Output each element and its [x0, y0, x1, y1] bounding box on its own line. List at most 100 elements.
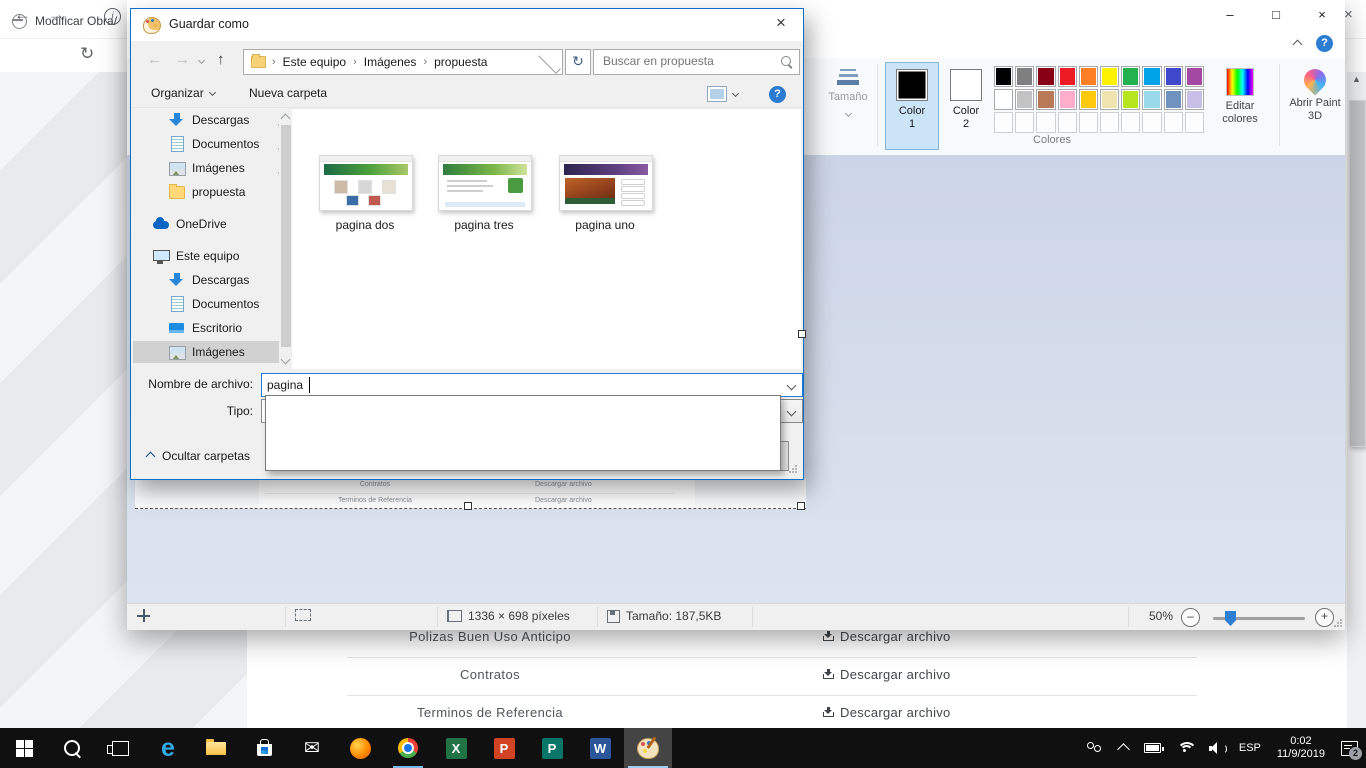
- taskbar-excel[interactable]: X: [432, 728, 480, 768]
- window-resize-grip[interactable]: [1333, 618, 1342, 627]
- zoom-slider[interactable]: [1213, 617, 1305, 620]
- palette-color[interactable]: [1058, 89, 1077, 110]
- palette-color[interactable]: [1185, 66, 1204, 87]
- download-link[interactable]: Descargar archivo: [823, 705, 951, 720]
- breadcrumb[interactable]: › Este equipo › Imágenes › propuesta: [243, 49, 563, 75]
- zoom-in-button[interactable]: +: [1315, 608, 1334, 627]
- scrollbar-up-icon[interactable]: ▲: [1347, 74, 1366, 84]
- file-pagina-tres[interactable]: pagina tres: [438, 155, 530, 232]
- hidden-icons-chevron[interactable]: [1117, 743, 1130, 756]
- taskbar-chrome[interactable]: [384, 728, 432, 768]
- palette-color[interactable]: [1079, 89, 1098, 110]
- breadcrumb-imagenes[interactable]: Imágenes: [357, 55, 424, 69]
- selection-handle[interactable]: [797, 502, 805, 510]
- palette-empty-slot[interactable]: [1058, 112, 1077, 133]
- zoom-out-button[interactable]: –: [1181, 608, 1200, 627]
- start-button[interactable]: [0, 728, 48, 768]
- palette-empty-slot[interactable]: [1079, 112, 1098, 133]
- palette-color[interactable]: [1142, 66, 1161, 87]
- site-info-icon[interactable]: i: [104, 8, 121, 25]
- browser-reload-icon[interactable]: ↻: [80, 44, 94, 64]
- minimize-button[interactable]: –: [1207, 0, 1253, 30]
- browser-forward-icon[interactable]: →: [48, 5, 65, 25]
- language-indicator[interactable]: ESP: [1239, 742, 1261, 754]
- palette-color[interactable]: [994, 89, 1013, 110]
- palette-color[interactable]: [1036, 89, 1055, 110]
- browser-scrollbar[interactable]: ▲: [1347, 72, 1366, 728]
- palette-color[interactable]: [1015, 89, 1034, 110]
- taskbar-store[interactable]: [240, 728, 288, 768]
- breadcrumb-propuesta[interactable]: propuesta: [427, 55, 494, 69]
- taskbar-mail[interactable]: ✉: [288, 728, 336, 768]
- refresh-button[interactable]: ↻: [565, 49, 591, 75]
- scroll-down-icon[interactable]: [281, 355, 291, 365]
- taskbar-firefox[interactable]: [336, 728, 384, 768]
- battery-icon[interactable]: [1144, 743, 1161, 753]
- palette-color[interactable]: [1185, 89, 1204, 110]
- scroll-up-icon[interactable]: [281, 114, 291, 124]
- taskbar-search-button[interactable]: [48, 728, 96, 768]
- taskbar-file-explorer[interactable]: [192, 728, 240, 768]
- sidebar-item-este-equipo[interactable]: Este equipo: [133, 245, 299, 267]
- browser-close-icon[interactable]: ×: [1344, 6, 1353, 23]
- search-input[interactable]: [601, 53, 775, 69]
- filename-autocomplete-dropdown[interactable]: [265, 395, 781, 471]
- palette-empty-slot[interactable]: [1185, 112, 1204, 133]
- taskbar-publisher[interactable]: P: [528, 728, 576, 768]
- palette-color[interactable]: [1121, 89, 1140, 110]
- palette-color[interactable]: [1121, 66, 1140, 87]
- scrollbar-thumb[interactable]: [281, 125, 291, 347]
- organize-button[interactable]: Organizar: [151, 86, 215, 100]
- dialog-close-icon[interactable]: ×: [769, 13, 793, 33]
- download-link[interactable]: Descargar archivo: [823, 667, 951, 682]
- palette-empty-slot[interactable]: [1036, 112, 1055, 133]
- palette-color[interactable]: [1079, 66, 1098, 87]
- palette-color[interactable]: [994, 66, 1013, 87]
- hide-folders-button[interactable]: Ocultar carpetas: [147, 449, 250, 463]
- palette-color[interactable]: [1164, 89, 1183, 110]
- action-center-icon[interactable]: 2: [1341, 741, 1358, 756]
- selection-handle[interactable]: [464, 502, 472, 510]
- zoom-slider-thumb[interactable]: [1225, 611, 1236, 626]
- scrollbar-thumb[interactable]: [1349, 100, 1366, 447]
- palette-empty-slot[interactable]: [1142, 112, 1161, 133]
- close-button[interactable]: ×: [1299, 0, 1345, 30]
- maximize-button[interactable]: □: [1253, 0, 1299, 30]
- people-icon[interactable]: [1086, 742, 1103, 754]
- search-box[interactable]: [593, 49, 800, 75]
- filename-dropdown-icon[interactable]: [787, 381, 797, 391]
- file-pagina-dos[interactable]: pagina dos: [319, 155, 411, 232]
- sidebar-item-onedrive[interactable]: OneDrive: [133, 213, 299, 235]
- taskbar-word[interactable]: W: [576, 728, 624, 768]
- download-link[interactable]: Descargar archivo: [823, 629, 951, 644]
- collapse-ribbon-icon[interactable]: [1293, 40, 1303, 50]
- new-folder-button[interactable]: Nueva carpeta: [249, 86, 327, 100]
- palette-color[interactable]: [1142, 89, 1161, 110]
- palette-empty-slot[interactable]: [1100, 112, 1119, 133]
- view-mode-button[interactable]: [707, 86, 738, 102]
- size-button[interactable]: Tamaño: [824, 66, 872, 121]
- edit-colors-button[interactable]: Editar colores: [1211, 66, 1269, 126]
- taskbar-edge[interactable]: e: [144, 728, 192, 768]
- filename-input[interactable]: pagina: [261, 373, 803, 397]
- palette-color[interactable]: [1015, 66, 1034, 87]
- selection-handle[interactable]: [798, 330, 806, 338]
- nav-up-icon[interactable]: ↑: [217, 51, 225, 68]
- volume-icon[interactable]: [1209, 742, 1223, 754]
- nav-forward-icon[interactable]: →: [175, 51, 190, 68]
- dialog-resize-grip[interactable]: [788, 464, 797, 473]
- palette-color[interactable]: [1058, 66, 1077, 87]
- palette-color[interactable]: [1100, 89, 1119, 110]
- palette-empty-slot[interactable]: [1121, 112, 1140, 133]
- task-view-button[interactable]: [96, 728, 144, 768]
- clock[interactable]: 0:02 11/9/2019: [1277, 735, 1325, 761]
- open-paint3d-button[interactable]: Abrir Paint 3D: [1285, 66, 1345, 123]
- palette-color[interactable]: [1036, 66, 1055, 87]
- sidebar-scrollbar[interactable]: [279, 109, 292, 369]
- browser-back-icon[interactable]: ←: [14, 5, 31, 25]
- help-icon[interactable]: ?: [1316, 35, 1333, 52]
- palette-empty-slot[interactable]: [994, 112, 1013, 133]
- nav-history-icon[interactable]: [198, 57, 205, 64]
- help-button[interactable]: ?: [769, 86, 786, 103]
- taskbar-powerpoint[interactable]: P: [480, 728, 528, 768]
